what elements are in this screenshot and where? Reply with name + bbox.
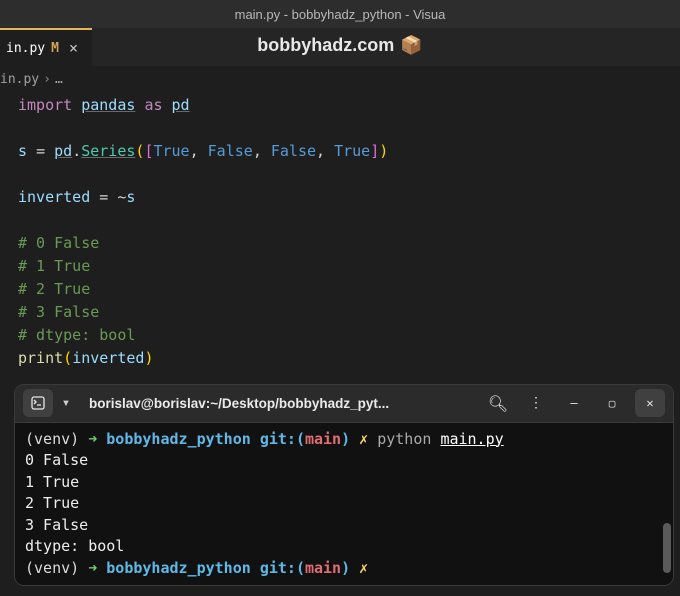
cube-icon: 📦	[400, 35, 422, 56]
terminal-output-line: 3 False	[25, 515, 663, 537]
terminal-maximize-button[interactable]: ▢	[597, 389, 627, 417]
module-name: pandas	[81, 96, 135, 114]
keyword-import: import	[18, 96, 72, 114]
close-icon: ✕	[646, 396, 653, 410]
code-comment: # dtype: bool	[18, 324, 680, 347]
code-line: import pandas as pd	[18, 94, 680, 117]
chevron-down-icon: ▾	[62, 395, 70, 411]
class-series: Series	[81, 142, 135, 160]
terminal-output-line: 1 True	[25, 472, 663, 494]
editor-tab-main[interactable]: in.py M ×	[0, 28, 92, 66]
tab-filename: in.py	[6, 41, 45, 56]
keyword-as: as	[144, 96, 162, 114]
code-comment: # 2 True	[18, 278, 680, 301]
code-line: inverted = ~s	[18, 186, 680, 209]
tab-modified-indicator: M	[51, 41, 59, 56]
breadcrumb-separator: ›	[43, 72, 51, 87]
code-line: s = pd.Series([True, False, False, True]…	[18, 140, 680, 163]
minimize-icon: —	[570, 396, 577, 410]
window-title: main.py - bobbyhadz_python - Visua	[235, 7, 446, 22]
terminal-icon	[31, 396, 45, 410]
terminal-line: (venv) ➜ bobbyhadz_python git:(main) ✗	[25, 558, 663, 580]
terminal-output-line: 0 False	[25, 450, 663, 472]
ref-pd: pd	[54, 142, 72, 160]
code-blank-line	[18, 209, 680, 232]
search-icon: 🔍︎	[488, 394, 508, 413]
code-comment: # 0 False	[18, 232, 680, 255]
code-blank-line	[18, 117, 680, 140]
terminal-new-tab-button[interactable]	[23, 389, 53, 417]
terminal-minimize-button[interactable]: —	[559, 389, 589, 417]
code-editor[interactable]: import pandas as pd s = pd.Series([True,…	[0, 90, 680, 370]
tab-close-button[interactable]: ×	[65, 39, 82, 57]
watermark-text: bobbyhadz.com	[257, 35, 394, 56]
breadcrumb-file: in.py	[0, 72, 39, 87]
var-s: s	[18, 142, 27, 160]
var-inverted: inverted	[18, 188, 90, 206]
code-blank-line	[18, 163, 680, 186]
terminal-line: (venv) ➜ bobbyhadz_python git:(main) ✗ p…	[25, 429, 663, 451]
terminal-output-line: dtype: bool	[25, 536, 663, 558]
kebab-menu-icon: ⋮	[529, 395, 543, 411]
terminal-menu-button[interactable]: ⋮	[521, 389, 551, 417]
maximize-icon: ▢	[609, 397, 616, 410]
module-alias: pd	[172, 96, 190, 114]
fn-print: print	[18, 349, 63, 367]
breadcrumb-more: …	[55, 72, 63, 87]
code-line: print(inverted)	[18, 347, 680, 370]
terminal-output-line: 2 True	[25, 493, 663, 515]
watermark: bobbyhadz.com 📦	[257, 35, 422, 56]
terminal-body[interactable]: (venv) ➜ bobbyhadz_python git:(main) ✗ p…	[15, 423, 673, 586]
breadcrumb[interactable]: in.py › …	[0, 66, 680, 90]
terminal-title: borislav@borislav:~/Desktop/bobbyhadz_py…	[83, 396, 475, 411]
code-comment: # 1 True	[18, 255, 680, 278]
terminal-panel: ▾ borislav@borislav:~/Desktop/bobbyhadz_…	[14, 384, 674, 586]
terminal-header: ▾ borislav@borislav:~/Desktop/bobbyhadz_…	[15, 385, 673, 423]
window-title-bar: main.py - bobbyhadz_python - Visua	[0, 0, 680, 28]
terminal-dropdown-button[interactable]: ▾	[57, 389, 75, 417]
code-comment: # 3 False	[18, 301, 680, 324]
terminal-search-button[interactable]: 🔍︎	[483, 389, 513, 417]
terminal-scrollbar[interactable]	[663, 523, 671, 573]
terminal-close-button[interactable]: ✕	[635, 389, 665, 417]
